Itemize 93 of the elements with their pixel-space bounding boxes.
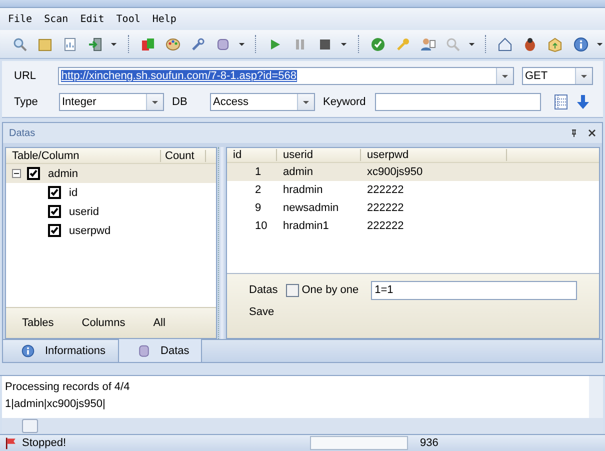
column-header[interactable]: userid — [277, 149, 361, 161]
home-icon[interactable] — [497, 36, 514, 52]
caret-icon — [151, 98, 159, 106]
flag-icon — [4, 436, 18, 450]
check-circle-icon[interactable] — [370, 36, 386, 52]
dropdown-icon[interactable] — [238, 40, 246, 48]
user-icon[interactable] — [420, 36, 436, 52]
db-dropdown[interactable]: Access — [210, 93, 315, 111]
caret-icon — [580, 72, 588, 80]
table-cell-text: 222222 — [366, 202, 405, 214]
tab[interactable]: Datas — [118, 339, 202, 362]
menu-item[interactable]: Scan — [44, 14, 68, 24]
dropdown-icon[interactable] — [468, 40, 476, 48]
column-header[interactable]: userpwd — [361, 149, 507, 161]
column-name: id — [68, 186, 78, 198]
box-icon[interactable] — [547, 36, 564, 52]
wrench-icon[interactable] — [190, 36, 206, 52]
column-name: userid — [68, 206, 99, 218]
tree-row[interactable]: userid — [6, 202, 216, 221]
pin-icon[interactable] — [570, 129, 578, 137]
close-icon[interactable] — [588, 129, 596, 137]
info-icon[interactable] — [572, 36, 589, 52]
table-cell-text: hradmin — [282, 184, 324, 196]
table-cell-text: 1 — [254, 166, 262, 178]
type-dropdown[interactable]: Integer — [59, 93, 164, 111]
menu-item[interactable]: File — [8, 14, 32, 24]
table-cell-text: 2 — [254, 184, 262, 196]
checkbox-label: One by one — [302, 284, 359, 296]
keyword-field[interactable] — [375, 93, 541, 111]
method-dropdown[interactable]: GET — [522, 67, 593, 85]
log-line: 1|admin|xc900js950| — [5, 397, 106, 412]
save-button[interactable]: Save — [249, 304, 280, 320]
table-cell-text: 222222 — [366, 220, 405, 232]
table-row[interactable]: 10 hradmin1 222222 — [227, 217, 599, 235]
table-cell-text: newsadmin — [282, 202, 340, 214]
palette-icon[interactable] — [164, 36, 181, 52]
dropdown-icon[interactable] — [340, 40, 348, 48]
down-arrow-icon[interactable] — [575, 94, 591, 110]
condition-field[interactable]: 1=1 — [370, 280, 577, 300]
table-cell-text: 9 — [254, 202, 262, 214]
tree-row[interactable]: id — [6, 183, 216, 202]
table-name: admin — [47, 168, 78, 180]
menu-item[interactable]: Tool — [116, 14, 140, 24]
menu-item[interactable]: Help — [152, 14, 176, 24]
table-cell-text: 10 — [254, 220, 268, 232]
cards-icon[interactable] — [140, 36, 156, 52]
splitter-handle[interactable] — [218, 147, 225, 339]
table-row[interactable]: 2 hradmin 222222 — [227, 181, 599, 199]
table-row[interactable]: 1 admin xc900js950 — [227, 163, 599, 181]
dropdown-icon[interactable] — [596, 40, 604, 48]
filter-button[interactable]: All — [147, 315, 172, 331]
table-cell-text: hradmin1 — [282, 220, 330, 232]
url-label: URL — [13, 70, 38, 82]
checkbox[interactable] — [27, 167, 40, 180]
tree-row[interactable]: userpwd — [6, 221, 216, 240]
collapse-icon[interactable] — [12, 169, 21, 178]
column-header[interactable]: Count — [161, 150, 206, 162]
list-icon[interactable] — [553, 94, 569, 110]
checkbox[interactable] — [286, 284, 299, 296]
type-label: Type — [13, 96, 39, 108]
exit-icon[interactable] — [87, 36, 104, 52]
log-line: Processing records of 4/4 — [5, 380, 131, 395]
database-icon — [136, 344, 151, 358]
filter-button[interactable]: Columns — [76, 315, 132, 331]
caret-icon — [302, 98, 310, 106]
checkbox[interactable] — [48, 186, 61, 199]
checkbox[interactable] — [48, 205, 61, 218]
keyword-label: Keyword — [322, 96, 367, 108]
document-icon[interactable] — [62, 36, 78, 52]
menu-item[interactable]: Edit — [80, 14, 104, 24]
checkbox[interactable] — [48, 224, 61, 237]
status-text: Stopped! — [22, 437, 68, 449]
tree-row[interactable]: admin — [6, 164, 216, 183]
datas-label: Datas — [249, 284, 278, 296]
search-icon[interactable] — [12, 36, 28, 52]
table-row[interactable]: 9 newsadmin 222222 — [227, 199, 599, 217]
info-icon — [21, 344, 35, 358]
tab[interactable]: Informations — [3, 340, 118, 362]
table-cell-text: admin — [282, 166, 314, 178]
db-label: DB — [171, 96, 188, 108]
table-cell-text: xc900js950 — [366, 166, 424, 178]
url-field[interactable]: http://xincheng.sh.soufun.com/7-8-1.asp?id=568 — [58, 67, 514, 85]
column-header[interactable]: Table/Column — [6, 150, 161, 162]
column-header[interactable]: id — [227, 149, 277, 161]
panel-title: Datas — [9, 128, 36, 138]
horizontal-scrollbar[interactable] — [2, 418, 603, 434]
vertical-scrollbar[interactable] — [589, 376, 603, 418]
dropdown-icon[interactable] — [110, 40, 118, 48]
column-name: userpwd — [68, 224, 111, 236]
filter-button[interactable]: Tables — [16, 315, 60, 331]
table-cell-text: 222222 — [366, 184, 405, 196]
caret-icon — [500, 72, 509, 80]
status-count: 936 — [420, 437, 438, 449]
